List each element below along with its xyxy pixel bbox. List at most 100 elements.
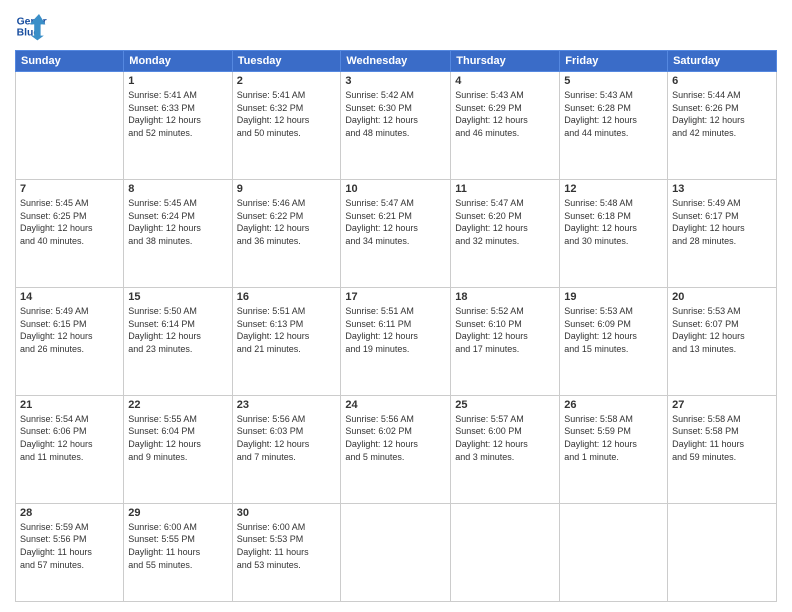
day-info: Sunrise: 6:00 AM Sunset: 5:53 PM Dayligh…: [237, 521, 337, 571]
calendar-cell: [16, 72, 124, 180]
calendar-cell: 5 Sunrise: 5:43 AM Sunset: 6:28 PM Daylig…: [560, 72, 668, 180]
weekday-header-sunday: Sunday: [16, 51, 124, 72]
day-info: Sunrise: 5:51 AM Sunset: 6:11 PM Dayligh…: [345, 305, 446, 355]
weekday-header-tuesday: Tuesday: [232, 51, 341, 72]
day-number: 26: [564, 399, 663, 411]
day-info: Sunrise: 5:59 AM Sunset: 5:56 PM Dayligh…: [20, 521, 119, 571]
day-number: 7: [20, 183, 119, 195]
calendar-cell: 23 Sunrise: 5:56 AM Sunset: 6:03 PM Dayli…: [232, 395, 341, 503]
day-info: Sunrise: 5:56 AM Sunset: 6:03 PM Dayligh…: [237, 413, 337, 463]
calendar-table: SundayMondayTuesdayWednesdayThursdayFrid…: [15, 50, 777, 602]
weekday-header-monday: Monday: [124, 51, 232, 72]
day-number: 17: [345, 291, 446, 303]
calendar-cell: 25 Sunrise: 5:57 AM Sunset: 6:00 PM Dayli…: [451, 395, 560, 503]
calendar-cell: 14 Sunrise: 5:49 AM Sunset: 6:15 PM Dayli…: [16, 287, 124, 395]
day-number: 3: [345, 75, 446, 87]
day-number: 16: [237, 291, 337, 303]
calendar-cell: 24 Sunrise: 5:56 AM Sunset: 6:02 PM Dayli…: [341, 395, 451, 503]
calendar-cell: 13 Sunrise: 5:49 AM Sunset: 6:17 PM Dayli…: [668, 179, 777, 287]
calendar-cell: 30Sunrise: 6:00 AM Sunset: 5:53 PM Dayli…: [232, 503, 341, 601]
week-row-2: 7Sunrise: 5:45 AM Sunset: 6:25 PM Daylig…: [16, 179, 777, 287]
day-number: 6: [672, 75, 772, 87]
calendar-cell: 4 Sunrise: 5:43 AM Sunset: 6:29 PM Daylig…: [451, 72, 560, 180]
day-info: Sunrise: 5:46 AM Sunset: 6:22 PM Dayligh…: [237, 197, 337, 247]
day-info: Sunrise: 5:56 AM Sunset: 6:02 PM Dayligh…: [345, 413, 446, 463]
day-info: Sunrise: 5:47 AM Sunset: 6:20 PM Dayligh…: [455, 197, 555, 247]
weekday-header-saturday: Saturday: [668, 51, 777, 72]
calendar-cell: [668, 503, 777, 601]
day-number: 4: [455, 75, 555, 87]
calendar-cell: 6 Sunrise: 5:44 AM Sunset: 6:26 PM Daylig…: [668, 72, 777, 180]
calendar-cell: 1Sunrise: 5:41 AM Sunset: 6:33 PM Daylig…: [124, 72, 232, 180]
day-number: 14: [20, 291, 119, 303]
weekday-header-wednesday: Wednesday: [341, 51, 451, 72]
day-info: Sunrise: 5:47 AM Sunset: 6:21 PM Dayligh…: [345, 197, 446, 247]
day-info: Sunrise: 5:43 AM Sunset: 6:28 PM Dayligh…: [564, 89, 663, 139]
calendar-cell: 8Sunrise: 5:45 AM Sunset: 6:24 PM Daylig…: [124, 179, 232, 287]
calendar-cell: 16 Sunrise: 5:51 AM Sunset: 6:13 PM Dayli…: [232, 287, 341, 395]
calendar-cell: 29Sunrise: 6:00 AM Sunset: 5:55 PM Dayli…: [124, 503, 232, 601]
calendar-cell: 20Sunrise: 5:53 AM Sunset: 6:07 PM Dayli…: [668, 287, 777, 395]
day-info: Sunrise: 5:54 AM Sunset: 6:06 PM Dayligh…: [20, 413, 119, 463]
day-number: 10: [345, 183, 446, 195]
day-number: 11: [455, 183, 555, 195]
calendar-cell: 27 Sunrise: 5:58 AM Sunset: 5:58 PM Dayli…: [668, 395, 777, 503]
day-info: Sunrise: 5:45 AM Sunset: 6:24 PM Dayligh…: [128, 197, 227, 247]
day-number: 22: [128, 399, 227, 411]
day-number: 12: [564, 183, 663, 195]
day-number: 9: [237, 183, 337, 195]
calendar-cell: 2Sunrise: 5:41 AM Sunset: 6:32 PM Daylig…: [232, 72, 341, 180]
day-info: Sunrise: 5:49 AM Sunset: 6:17 PM Dayligh…: [672, 197, 772, 247]
day-number: 24: [345, 399, 446, 411]
day-info: Sunrise: 5:43 AM Sunset: 6:29 PM Dayligh…: [455, 89, 555, 139]
page: General Blue SundayMondayTuesdayWednesda…: [0, 0, 792, 612]
day-info: Sunrise: 5:49 AM Sunset: 6:15 PM Dayligh…: [20, 305, 119, 355]
day-number: 18: [455, 291, 555, 303]
day-info: Sunrise: 5:51 AM Sunset: 6:13 PM Dayligh…: [237, 305, 337, 355]
week-row-4: 21 Sunrise: 5:54 AM Sunset: 6:06 PM Dayli…: [16, 395, 777, 503]
logo-icon: General Blue: [15, 10, 47, 42]
calendar-cell: 12Sunrise: 5:48 AM Sunset: 6:18 PM Dayli…: [560, 179, 668, 287]
calendar-cell: 3 Sunrise: 5:42 AM Sunset: 6:30 PM Daylig…: [341, 72, 451, 180]
calendar-cell: 21 Sunrise: 5:54 AM Sunset: 6:06 PM Dayli…: [16, 395, 124, 503]
week-row-3: 14 Sunrise: 5:49 AM Sunset: 6:15 PM Dayli…: [16, 287, 777, 395]
day-number: 20: [672, 291, 772, 303]
day-info: Sunrise: 5:44 AM Sunset: 6:26 PM Dayligh…: [672, 89, 772, 139]
day-number: 15: [128, 291, 227, 303]
calendar-cell: 17 Sunrise: 5:51 AM Sunset: 6:11 PM Dayli…: [341, 287, 451, 395]
day-info: Sunrise: 5:42 AM Sunset: 6:30 PM Dayligh…: [345, 89, 446, 139]
day-info: Sunrise: 5:52 AM Sunset: 6:10 PM Dayligh…: [455, 305, 555, 355]
calendar-cell: 7Sunrise: 5:45 AM Sunset: 6:25 PM Daylig…: [16, 179, 124, 287]
day-number: 28: [20, 507, 119, 519]
day-number: 29: [128, 507, 227, 519]
day-number: 5: [564, 75, 663, 87]
calendar-cell: 18 Sunrise: 5:52 AM Sunset: 6:10 PM Dayli…: [451, 287, 560, 395]
weekday-header-thursday: Thursday: [451, 51, 560, 72]
day-info: Sunrise: 5:58 AM Sunset: 5:59 PM Dayligh…: [564, 413, 663, 463]
calendar-cell: [451, 503, 560, 601]
calendar-cell: [341, 503, 451, 601]
week-row-1: 1Sunrise: 5:41 AM Sunset: 6:33 PM Daylig…: [16, 72, 777, 180]
calendar-cell: 11 Sunrise: 5:47 AM Sunset: 6:20 PM Dayli…: [451, 179, 560, 287]
weekday-header-row: SundayMondayTuesdayWednesdayThursdayFrid…: [16, 51, 777, 72]
day-info: Sunrise: 5:58 AM Sunset: 5:58 PM Dayligh…: [672, 413, 772, 463]
day-info: Sunrise: 5:41 AM Sunset: 6:32 PM Dayligh…: [237, 89, 337, 139]
day-number: 1: [128, 75, 227, 87]
calendar-cell: 26 Sunrise: 5:58 AM Sunset: 5:59 PM Dayli…: [560, 395, 668, 503]
day-number: 25: [455, 399, 555, 411]
day-number: 23: [237, 399, 337, 411]
day-number: 13: [672, 183, 772, 195]
calendar-cell: 10 Sunrise: 5:47 AM Sunset: 6:21 PM Dayli…: [341, 179, 451, 287]
weekday-header-friday: Friday: [560, 51, 668, 72]
day-number: 19: [564, 291, 663, 303]
day-number: 27: [672, 399, 772, 411]
day-number: 21: [20, 399, 119, 411]
calendar-cell: 15 Sunrise: 5:50 AM Sunset: 6:14 PM Dayli…: [124, 287, 232, 395]
day-info: Sunrise: 5:55 AM Sunset: 6:04 PM Dayligh…: [128, 413, 227, 463]
calendar-cell: [560, 503, 668, 601]
calendar-cell: 22 Sunrise: 5:55 AM Sunset: 6:04 PM Dayli…: [124, 395, 232, 503]
week-row-5: 28 Sunrise: 5:59 AM Sunset: 5:56 PM Dayli…: [16, 503, 777, 601]
calendar-cell: 9 Sunrise: 5:46 AM Sunset: 6:22 PM Daylig…: [232, 179, 341, 287]
day-info: Sunrise: 5:50 AM Sunset: 6:14 PM Dayligh…: [128, 305, 227, 355]
day-info: Sunrise: 5:57 AM Sunset: 6:00 PM Dayligh…: [455, 413, 555, 463]
